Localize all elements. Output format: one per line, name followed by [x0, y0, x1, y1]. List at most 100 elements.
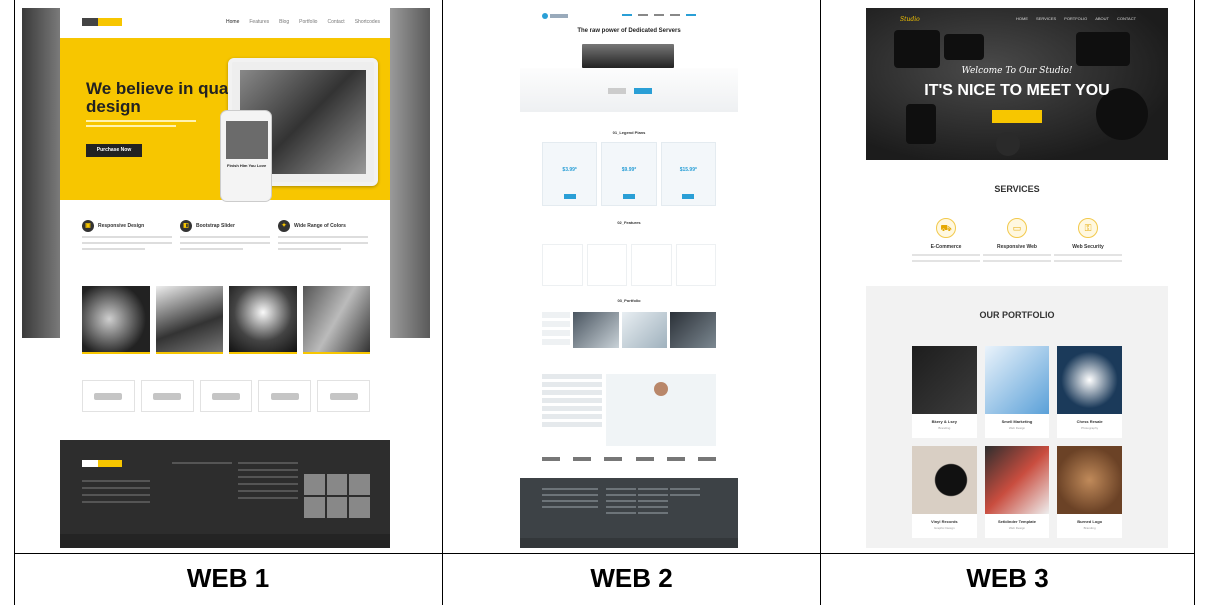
- web3-hero-button[interactable]: [992, 110, 1042, 123]
- plan-button[interactable]: [563, 194, 576, 199]
- web3-portfolio-title: OUR PORTFOLIO: [979, 310, 1055, 320]
- web2-pricing: $3.99* $9.99* $15.99*: [542, 142, 716, 206]
- web3-welcome-text: Welcome To Our Studio!: [961, 66, 1073, 76]
- web1-bg-photo-left: [22, 8, 60, 338]
- web1-phone-image: [226, 121, 268, 159]
- portfolio-item-name: Burned Logo: [1077, 519, 1103, 524]
- web1-gallery-image[interactable]: [82, 286, 150, 354]
- portfolio-item-category: Branding: [1083, 526, 1096, 530]
- web2-logo: [542, 13, 548, 19]
- web1-caption: WEB 1: [186, 563, 270, 593]
- web2-hero-button-primary[interactable]: [634, 88, 652, 94]
- web3-service: ▭ Responsive Web: [977, 218, 1057, 262]
- web1-phone-mockup: Finish Him You Love: [220, 110, 272, 202]
- portfolio-item[interactable]: Bkery & Lsey Branding: [912, 346, 977, 438]
- web3-menu-item[interactable]: HOME: [1016, 16, 1028, 21]
- web3-caption: WEB 3: [966, 563, 1049, 593]
- portfolio-item-name: Bkery & Lsey: [931, 419, 957, 424]
- web3-services-title: SERVICES: [994, 184, 1040, 194]
- web2-section-title: 03_Portfolio: [617, 298, 641, 303]
- web2-screenshot: The raw power of Dedicated Servers 01_Le…: [520, 8, 738, 548]
- web3-logo: Studio: [900, 16, 920, 23]
- web2-section-title: 02_Features: [617, 220, 641, 225]
- web1-bg-photo-right: [390, 8, 430, 338]
- service-name: Responsive Web: [997, 244, 1037, 250]
- portfolio-item[interactable]: Setblinder Template Web Design: [984, 446, 1050, 538]
- pricing-plan: $15.99*: [660, 142, 716, 206]
- web2-footer-bottom-bar: [520, 538, 738, 548]
- portfolio-item[interactable]: Smell Marketing Web Design: [984, 346, 1050, 438]
- web3-menu-item[interactable]: CONTACT: [1117, 16, 1136, 21]
- pricing-plan: $9.99*: [601, 142, 657, 206]
- web3-menu-item[interactable]: PORTFOLIO: [1064, 16, 1087, 21]
- web1-gallery: [82, 286, 370, 354]
- web2-hero-button-secondary[interactable]: [608, 88, 626, 94]
- web2-hero-title: The raw power of Dedicated Servers: [577, 28, 681, 34]
- web3-menu-item[interactable]: ABOUT: [1095, 16, 1109, 21]
- portfolio-item[interactable]: Burned Logo Branding: [1057, 446, 1122, 538]
- web1-feature: ✦ Wide Range of Colors: [278, 220, 368, 280]
- client-logo: [317, 380, 370, 412]
- web2-menu: [622, 14, 696, 16]
- web3-headline: IT'S NICE TO MEET YOU: [924, 82, 1110, 99]
- testimonial-card: [606, 374, 716, 446]
- web1-phone-text: Finish Him You Love: [227, 163, 267, 168]
- web1-menu-item[interactable]: Home: [226, 19, 239, 25]
- portfolio-image[interactable]: [573, 312, 619, 348]
- avatar: [654, 382, 668, 396]
- responsive-icon: ▣: [82, 220, 94, 232]
- portfolio-item[interactable]: Vinyl Records Graphic Design: [912, 446, 977, 538]
- web1-gallery-image[interactable]: [229, 286, 297, 354]
- portfolio-item-name: Vinyl Records: [931, 519, 958, 524]
- plan-button[interactable]: [682, 194, 695, 199]
- web1-menu-item[interactable]: Shortcodes: [355, 19, 380, 25]
- web2-portfolio: [542, 312, 717, 348]
- web1-feature: ◧ Bootstrap Slider: [180, 220, 270, 280]
- service-name: E-Commerce: [930, 244, 962, 250]
- web1-gallery-image[interactable]: [302, 286, 370, 354]
- web1-menu-item[interactable]: Contact: [327, 19, 344, 25]
- web1-menu-item[interactable]: Blog: [279, 19, 289, 25]
- web1-footer-logo: [82, 460, 122, 467]
- portfolio-item-name: Setblinder Template: [998, 519, 1036, 524]
- web1-screenshot: Home Features Blog Portfolio Contact Sho…: [22, 8, 430, 548]
- web2-section-title: 01_Legend Plans: [612, 130, 646, 135]
- web1-menu-item[interactable]: Features: [249, 19, 269, 25]
- plan-price: $3.99*: [562, 167, 577, 173]
- portfolio-item-category: Branding: [938, 426, 951, 430]
- client-logo: [199, 380, 253, 412]
- portfolio-item-category: Photography: [1081, 426, 1099, 430]
- web1-feature-title: Responsive Design: [98, 223, 145, 229]
- pricing-plan: $3.99*: [542, 142, 598, 206]
- web3-portfolio-grid: Bkery & Lsey Branding Smell Marketing We…: [912, 346, 1122, 538]
- comparison-figure: Home Features Blog Portfolio Contact Sho…: [0, 0, 1208, 605]
- palette-icon: ✦: [278, 220, 290, 232]
- portfolio-image[interactable]: [670, 312, 717, 348]
- web1-feature: ▣ Responsive Design: [82, 220, 172, 280]
- web3-service: ⚿ Web Security: [1048, 218, 1128, 262]
- web2-partner-logos: [542, 454, 716, 464]
- portfolio-item[interactable]: Chess Resale Photography: [1057, 346, 1122, 438]
- slider-icon: ◧: [180, 220, 192, 232]
- web2-navbar: [520, 8, 738, 24]
- web2-footer: [520, 478, 738, 548]
- monitor-icon: ▭: [1007, 218, 1027, 238]
- web2-testimonial-area: [542, 374, 716, 446]
- table-border-left: [14, 0, 15, 605]
- web1-navbar: Home Features Blog Portfolio Contact Sho…: [60, 8, 390, 38]
- web2-server-image: [582, 44, 674, 68]
- web1-gallery-image[interactable]: [155, 286, 223, 354]
- plan-button[interactable]: [622, 194, 635, 199]
- cart-icon: ⛟: [936, 218, 956, 238]
- portfolio-item-category: Graphic Design: [933, 526, 955, 530]
- table-row-divider: [14, 553, 1195, 554]
- web1-logo: [82, 18, 122, 26]
- web1-footer-thumbnails: [304, 474, 370, 518]
- web3-menu-item[interactable]: SERVICES: [1036, 16, 1056, 21]
- web1-purchase-button[interactable]: Purchase Now: [86, 144, 142, 157]
- plan-price: $9.99*: [621, 167, 637, 173]
- portfolio-filters: [542, 312, 570, 348]
- web1-menu-item[interactable]: Portfolio: [299, 19, 317, 25]
- web1-hero-subtitle: [86, 120, 216, 127]
- portfolio-image[interactable]: [621, 312, 668, 348]
